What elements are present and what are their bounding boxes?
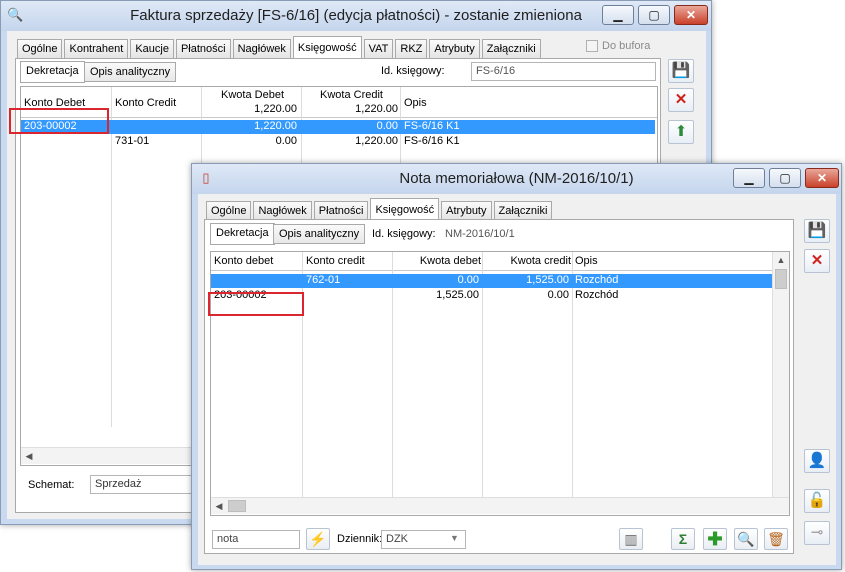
close-button[interactable]: ✕ bbox=[674, 5, 708, 25]
grid-header-divider bbox=[211, 270, 789, 271]
horizontal-scrollbar[interactable]: ◀ bbox=[211, 497, 789, 514]
dekretacja-grid[interactable]: Konto debet Konto credit Kwota debet Kwo… bbox=[210, 251, 790, 516]
tab-naglowek[interactable]: Nagłówek bbox=[253, 201, 312, 221]
cell-kwota-credit: 0.00 bbox=[547, 289, 569, 301]
tab-platnosci[interactable]: Płatności bbox=[175, 39, 231, 59]
tab-zalaczniki[interactable]: Załączniki bbox=[481, 39, 541, 59]
add-button[interactable]: ✚ bbox=[703, 528, 727, 550]
chevron-down-icon[interactable]: ▼ bbox=[450, 533, 459, 543]
total-kwota-credit: 1,220.00 bbox=[355, 103, 398, 115]
do-bufora-label: Do bufora bbox=[602, 40, 651, 52]
tab-atrybuty[interactable]: Atrybuty bbox=[441, 201, 492, 221]
delete-button[interactable]: ✕ bbox=[668, 88, 694, 112]
nota-tabs: Ogólne Nagłówek Płatności Księgowość Atr… bbox=[206, 198, 554, 221]
search-icon[interactable]: 🔍 bbox=[734, 528, 758, 550]
header-opis[interactable]: Opis bbox=[404, 97, 504, 109]
grid-header-divider bbox=[21, 117, 657, 118]
scroll-left-icon[interactable]: ◀ bbox=[211, 498, 227, 514]
schemat-label: Schemat: bbox=[28, 479, 75, 491]
dziennik-label: Dziennik: bbox=[337, 533, 383, 545]
highlight-box bbox=[9, 108, 109, 134]
total-kwota-debet: 1,220.00 bbox=[254, 103, 297, 115]
cell-kwota-credit: 1,220.00 bbox=[355, 135, 398, 147]
trash-icon[interactable]: 🗑 bbox=[764, 528, 788, 550]
table-row[interactable]: 731-01 0.00 1,220.00 FS-6/16 K1 bbox=[21, 135, 655, 149]
cell-kwota-debet: 0.00 bbox=[275, 135, 297, 147]
subtab-opis-analityczny[interactable]: Opis analityczny bbox=[84, 62, 177, 82]
invoice-title-bar[interactable]: 🔍 Faktura sprzedaży [FS-6/16] (edycja pł… bbox=[1, 1, 711, 31]
subtab-dekretacja[interactable]: Dekretacja bbox=[20, 61, 85, 83]
tab-atrybuty[interactable]: Atrybuty bbox=[429, 39, 480, 59]
header-kwota-debet[interactable]: Kwota Debet bbox=[204, 89, 284, 101]
tab-rkz[interactable]: RKZ bbox=[395, 39, 428, 59]
cell-opis: Rozchód bbox=[575, 289, 619, 301]
tab-kaucje[interactable]: Kaucje bbox=[130, 39, 174, 59]
nota-window: ▯ Nota memoriałowa (NM-2016/10/1) ▁ ▢ ✕ … bbox=[191, 163, 842, 570]
header-kwota-debet[interactable]: Kwota debet bbox=[396, 255, 481, 267]
delete-button[interactable]: ✕ bbox=[804, 249, 830, 273]
subtab-dekretacja[interactable]: Dekretacja bbox=[210, 223, 275, 245]
minimize-button[interactable]: ▁ bbox=[733, 168, 765, 188]
cell-kwota-debet: 1,525.00 bbox=[436, 289, 479, 301]
filter-lightning-button[interactable]: ⚡ bbox=[306, 528, 330, 550]
tab-kontrahent[interactable]: Kontrahent bbox=[64, 39, 129, 59]
cell-opis: Rozchód bbox=[575, 274, 619, 286]
pin-icon[interactable]: ⊸ bbox=[804, 521, 830, 545]
id-ksiegowy-label: Id. księgowy: bbox=[372, 228, 436, 240]
tab-ksiegowosc[interactable]: Księgowość bbox=[370, 198, 440, 221]
scrollbar-thumb[interactable] bbox=[228, 500, 246, 512]
columns-button[interactable]: ▥ bbox=[619, 528, 643, 550]
table-row-selected[interactable]: 762-01 0.00 1,525.00 Rozchód bbox=[211, 274, 773, 288]
maximize-button[interactable]: ▢ bbox=[638, 5, 670, 25]
do-bufora-checkbox[interactable] bbox=[586, 40, 598, 52]
cell-kwota-debet: 0.00 bbox=[457, 274, 479, 286]
header-konto-credit[interactable]: Konto credit bbox=[306, 255, 391, 267]
table-row-selected[interactable]: 203-00002 1,220.00 0.00 FS-6/16 K1 bbox=[21, 120, 655, 134]
save-button[interactable]: 💾 bbox=[804, 219, 830, 243]
invoice-tabs: Ogólne Kontrahent Kaucje Płatności Nagłó… bbox=[17, 36, 543, 59]
cell-konto-credit: 762-01 bbox=[306, 274, 341, 286]
cell-kwota-debet: 1,220.00 bbox=[254, 120, 297, 132]
export-button[interactable]: ⬆ bbox=[668, 120, 694, 144]
user-icon[interactable]: 👤 bbox=[804, 449, 830, 473]
highlight-box bbox=[208, 292, 304, 316]
header-konto-debet[interactable]: Konto debet bbox=[214, 255, 299, 267]
tab-naglowek[interactable]: Nagłówek bbox=[232, 39, 291, 59]
tab-platnosci[interactable]: Płatności bbox=[313, 201, 369, 221]
scroll-up-icon[interactable]: ▲ bbox=[773, 252, 789, 268]
save-button[interactable]: 💾 bbox=[668, 59, 694, 83]
scroll-left-icon[interactable]: ◀ bbox=[21, 448, 37, 464]
search-input[interactable]: nota bbox=[212, 530, 300, 549]
vertical-scrollbar[interactable]: ▲ bbox=[772, 252, 789, 497]
subtab-opis-analityczny[interactable]: Opis analityczny bbox=[273, 224, 366, 244]
tab-ksiegowosc[interactable]: Księgowość bbox=[292, 36, 362, 59]
cell-kwota-credit: 1,525.00 bbox=[526, 274, 569, 286]
header-konto-credit[interactable]: Konto Credit bbox=[115, 97, 200, 109]
id-ksiegowy-field: FS-6/16 bbox=[471, 62, 656, 81]
cell-konto-credit: 731-01 bbox=[115, 135, 150, 147]
header-kwota-credit[interactable]: Kwota Credit bbox=[303, 89, 383, 101]
close-button[interactable]: ✕ bbox=[805, 168, 839, 188]
minimize-button[interactable]: ▁ bbox=[602, 5, 634, 25]
id-ksiegowy-value: NM-2016/10/1 bbox=[445, 228, 515, 240]
header-kwota-credit[interactable]: Kwota credit bbox=[486, 255, 571, 267]
scrollbar-thumb[interactable] bbox=[775, 269, 787, 289]
tab-ogolne[interactable]: Ogólne bbox=[206, 201, 252, 221]
header-opis[interactable]: Opis bbox=[575, 255, 655, 267]
cell-opis: FS-6/16 K1 bbox=[404, 135, 460, 147]
tab-zalaczniki[interactable]: Załączniki bbox=[493, 201, 553, 221]
maximize-button[interactable]: ▢ bbox=[769, 168, 801, 188]
schemat-field[interactable]: Sprzedaż bbox=[90, 475, 200, 494]
id-ksiegowy-label: Id. księgowy: bbox=[381, 65, 445, 77]
tab-ogolne[interactable]: Ogólne bbox=[17, 39, 63, 59]
sum-button[interactable]: Σ bbox=[671, 528, 695, 550]
lock-icon[interactable]: 🔓 bbox=[804, 489, 830, 513]
nota-title-bar[interactable]: ▯ Nota memoriałowa (NM-2016/10/1) ▁ ▢ ✕ bbox=[192, 164, 841, 194]
cell-kwota-credit: 0.00 bbox=[376, 120, 398, 132]
cell-opis: FS-6/16 K1 bbox=[404, 120, 460, 132]
ksiegowosc-panel: Dekretacja Opis analityczny Id. księgowy… bbox=[204, 219, 794, 554]
nota-client-area: Ogólne Nagłówek Płatności Księgowość Atr… bbox=[198, 194, 836, 565]
tab-vat[interactable]: VAT bbox=[363, 39, 394, 59]
